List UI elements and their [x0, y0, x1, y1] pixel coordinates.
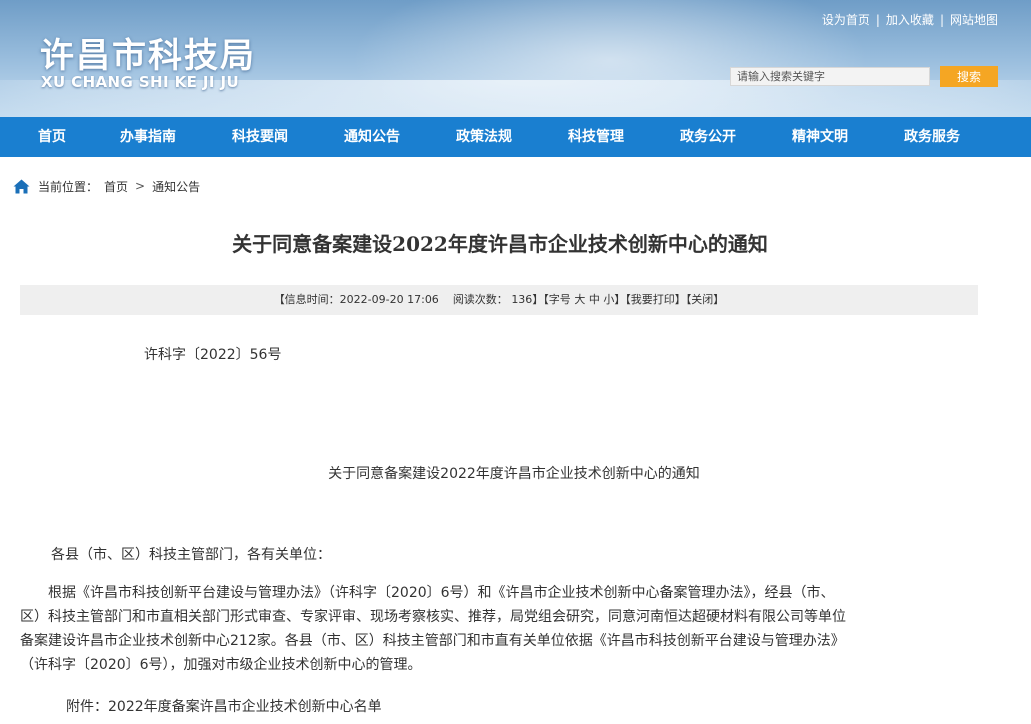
body-line: 根据《许昌市科技创新平台建设与管理办法》（许科字〔2020〕6号）和《许昌市企业…	[20, 585, 835, 601]
nav-item-news[interactable]: 科技要闻	[232, 117, 288, 157]
font-size-medium-button[interactable]: 中	[589, 293, 600, 306]
document-title: 关于同意备案建设2022年度许昌市企业技术创新中心的通知	[328, 466, 700, 482]
document-number: 许科字〔2022〕56号	[144, 347, 282, 363]
font-size-small-button[interactable]: 小	[603, 293, 614, 306]
info-reads-count: 136	[511, 293, 533, 306]
document-body: 根据《许昌市科技创新平台建设与管理办法》（许科字〔2020〕6号）和《许昌市企业…	[20, 581, 982, 677]
nav-item-notices[interactable]: 通知公告	[344, 117, 400, 157]
link-separator: |	[939, 13, 944, 27]
nav-item-services[interactable]: 政务服务	[904, 117, 960, 157]
document-salutation: 各县（市、区）科技主管部门，各有关单位：	[51, 547, 331, 563]
body-line: 区）科技主管部门和市直相关部门形式审查、专家评审、现场考察核实、推荐，局党组会研…	[20, 609, 846, 625]
nav-item-home[interactable]: 首页	[38, 117, 66, 157]
body-line: 备案建设许昌市企业技术创新中心212家。各县（市、区）科技主管部门和市直有关单位…	[20, 633, 845, 649]
nav-item-guide[interactable]: 办事指南	[120, 117, 176, 157]
link-separator: |	[875, 13, 880, 27]
breadcrumb-separator: >	[135, 179, 146, 193]
nav-item-government-affairs[interactable]: 政务公开	[680, 117, 736, 157]
home-icon	[13, 179, 30, 193]
site-logo-cn[interactable]: 许昌市科技局	[40, 28, 256, 77]
search-button[interactable]: 搜索	[940, 66, 998, 87]
article-info-bar: 【信息时间：2022-09-20 17:06 阅读次数： 136】【字号 大 中…	[20, 285, 978, 315]
set-homepage-link[interactable]: 设为首页	[822, 13, 870, 27]
top-links: 设为首页 | 加入收藏 | 网站地图	[822, 11, 998, 28]
site-map-link[interactable]: 网站地图	[950, 13, 998, 27]
nav-item-tech-management[interactable]: 科技管理	[568, 117, 624, 157]
nav-item-policies[interactable]: 政策法规	[456, 117, 512, 157]
breadcrumb: 当前位置： 首页 > 通知公告	[13, 177, 200, 195]
add-favorite-link[interactable]: 加入收藏	[886, 13, 934, 27]
info-font-label: 】【字号	[532, 293, 571, 306]
print-button[interactable]: 】【我要打印】	[614, 293, 686, 306]
nav-item-civilization[interactable]: 精神文明	[792, 117, 848, 157]
breadcrumb-current[interactable]: 通知公告	[152, 178, 200, 195]
body-line: （许科字〔2020〕6号），加强对市级企业技术创新中心的管理。	[20, 657, 422, 673]
font-size-large-button[interactable]: 大	[574, 293, 585, 306]
main-nav: 首页 办事指南 科技要闻 通知公告 政策法规 科技管理 政务公开 精神文明 政务…	[0, 117, 1031, 157]
site-logo-en: XU CHANG SHI KE JI JU	[41, 73, 240, 91]
close-button[interactable]: 【关闭】	[686, 293, 725, 306]
info-reads-label: 阅读次数：	[452, 293, 508, 306]
attachment-link[interactable]: 附件：2022年度备案许昌市企业技术创新中心名单	[66, 696, 382, 716]
info-time: 【信息时间：2022-09-20 17:06	[273, 293, 439, 306]
article-title: 关于同意备案建设2022年度许昌市企业技术创新中心的通知	[232, 232, 768, 256]
breadcrumb-label: 当前位置：	[38, 179, 99, 194]
breadcrumb-home[interactable]: 首页	[104, 178, 128, 195]
header-banner: 许昌市科技局 XU CHANG SHI KE JI JU 设为首页 | 加入收藏 | 网…	[0, 0, 1031, 117]
search-input[interactable]	[730, 67, 930, 86]
